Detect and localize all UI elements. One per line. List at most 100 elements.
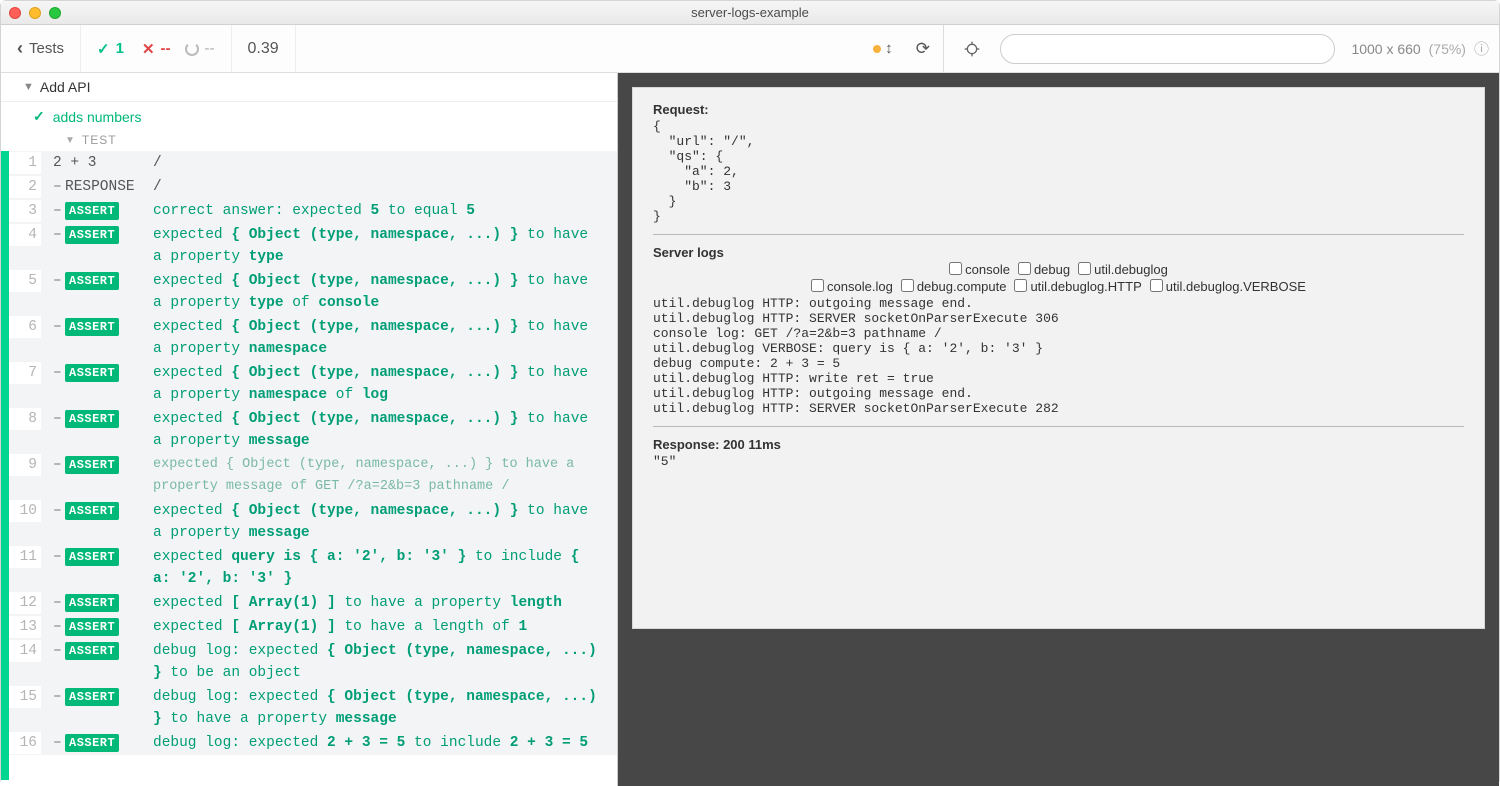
command-message: expected { Object (type, namespace, ...)…	[153, 408, 609, 452]
line-number: 14	[9, 640, 41, 662]
line-number: 4	[9, 224, 41, 246]
command-name: 2 + 3	[53, 152, 153, 174]
log-row[interactable]: 15–ASSERTdebug log: expected { Object (t…	[9, 685, 617, 731]
caret-down-icon: ▼	[23, 81, 34, 93]
log-row[interactable]: 14 –ASSERTdebug log: expected { Object (t…	[9, 639, 617, 685]
url-input[interactable]	[1000, 34, 1336, 64]
main: ▼ Add API adds numbers ▼ TEST 12 + 3/2–R…	[1, 73, 1499, 786]
command-name: –RESPONSE	[53, 176, 153, 198]
log-row[interactable]: 5–ASSERTexpected { Object (type, namespa…	[9, 269, 617, 315]
log-row[interactable]: 2–RESPONSE/	[9, 175, 617, 199]
server-log-line: console log: GET /?a=2&b=3 pathname /	[653, 326, 1464, 341]
assert-badge: ASSERT	[65, 364, 119, 382]
test-counts: 1 -- --	[81, 25, 232, 72]
log-filter-console[interactable]: console	[949, 262, 1010, 277]
test-section-label: TEST	[82, 133, 117, 147]
log-filters-row-2: console.log debug.compute util.debuglog.HT…	[653, 279, 1464, 294]
log-row[interactable]: 4–ASSERTexpected { Object (type, namespa…	[9, 223, 617, 269]
server-log-line: debug compute: 2 + 3 = 5	[653, 356, 1464, 371]
divider	[653, 234, 1464, 235]
assert-badge: ASSERT	[65, 318, 119, 336]
suite-header[interactable]: ▼ Add API	[1, 73, 617, 102]
crosshair-icon	[964, 41, 980, 57]
log-row[interactable]: 10–ASSERTexpected { Object (type, namesp…	[9, 499, 617, 545]
line-number: 3	[9, 200, 41, 222]
viewport-size[interactable]: 1000 x 660 (75%)	[1351, 41, 1466, 57]
server-logs-label: Server logs	[653, 245, 1464, 260]
caret-down-icon: ▼	[65, 135, 76, 146]
checkbox[interactable]	[811, 279, 824, 292]
line-number: 8	[9, 408, 41, 430]
assert-badge: ASSERT	[65, 272, 119, 290]
selector-playground-button[interactable]	[954, 41, 990, 57]
viewport-toggle[interactable]: ↕	[863, 25, 903, 72]
command-name: –ASSERT	[53, 500, 153, 522]
test-header[interactable]: adds numbers	[1, 102, 617, 131]
command-name: –ASSERT	[53, 640, 153, 662]
log-row[interactable]: 3–ASSERTcorrect answer: expected 5 to eq…	[9, 199, 617, 223]
assert-badge: ASSERT	[65, 688, 119, 706]
command-name: –ASSERT	[53, 316, 153, 338]
command-message: debug log: expected { Object (type, name…	[153, 640, 609, 684]
checkbox[interactable]	[1014, 279, 1027, 292]
checkbox[interactable]	[901, 279, 914, 292]
toolbar: ‹ Tests 1 -- -- 0.39 ↕ ⟳ 1000 x 660 (75%…	[1, 25, 1499, 73]
command-name: –ASSERT	[53, 686, 153, 708]
checkbox[interactable]	[1150, 279, 1163, 292]
check-icon	[97, 40, 110, 58]
back-button[interactable]: ‹ Tests	[1, 25, 81, 72]
line-number: 1	[9, 152, 41, 174]
log-row[interactable]: 12–ASSERTexpected [ Array(1) ] to have a…	[9, 591, 617, 615]
checkbox[interactable]	[1018, 262, 1031, 275]
command-name: –ASSERT	[53, 408, 153, 430]
app-preview-panel: Request: { "url": "/", "qs": { "a": 2, "…	[618, 73, 1499, 786]
assert-badge: ASSERT	[65, 594, 119, 612]
line-number: 9	[9, 454, 41, 476]
log-filter-util-debuglog-HTTP[interactable]: util.debuglog.HTTP	[1014, 279, 1141, 294]
log-row[interactable]: 16–ASSERTdebug log: expected 2 + 3 = 5 t…	[9, 731, 617, 755]
command-message: debug log: expected { Object (type, name…	[153, 686, 609, 730]
command-name: –ASSERT	[53, 362, 153, 384]
server-log-line: util.debuglog HTTP: write ret = true	[653, 371, 1464, 386]
duration: 0.39	[232, 25, 296, 72]
server-log-line: util.debuglog HTTP: outgoing message end…	[653, 296, 1464, 311]
log-filter-debug[interactable]: debug	[1018, 262, 1070, 277]
log-filter-console-log[interactable]: console.log	[811, 279, 893, 294]
command-message: expected { Object (type, namespace, ...)…	[153, 270, 609, 314]
log-row[interactable]: 11–ASSERTexpected query is { a: '2', b: …	[9, 545, 617, 591]
line-number: 16	[9, 732, 41, 754]
command-message: expected { Object (type, namespace, ...)…	[153, 454, 609, 498]
server-log-line: util.debuglog VERBOSE: query is { a: '2'…	[653, 341, 1464, 356]
test-section-header[interactable]: ▼ TEST	[1, 131, 617, 151]
log-row[interactable]: 12 + 3/	[9, 151, 617, 175]
line-number: 5	[9, 270, 41, 292]
log-row[interactable]: 9–ASSERTexpected { Object (type, namespa…	[9, 453, 617, 499]
fail-count: --	[142, 40, 171, 58]
arrows-vertical-icon: ↕	[885, 40, 893, 57]
reload-button[interactable]: ⟳	[903, 25, 943, 72]
log-row[interactable]: 13–ASSERTexpected [ Array(1) ] to have a…	[9, 615, 617, 639]
server-log-output: util.debuglog HTTP: outgoing message end…	[653, 296, 1464, 416]
log-filter-util-debuglog[interactable]: util.debuglog	[1078, 262, 1168, 277]
request-body: { "url": "/", "qs": { "a": 2, "b": 3 } }	[653, 119, 1464, 224]
checkbox[interactable]	[949, 262, 962, 275]
checkbox[interactable]	[1078, 262, 1091, 275]
command-log-panel: ▼ Add API adds numbers ▼ TEST 12 + 3/2–R…	[1, 73, 618, 786]
log-row[interactable]: 6–ASSERTexpected { Object (type, namespa…	[9, 315, 617, 361]
log-filter-util-debuglog-VERBOSE[interactable]: util.debuglog.VERBOSE	[1150, 279, 1306, 294]
suite-name: Add API	[40, 79, 91, 95]
info-icon[interactable]: ⓘ	[1474, 38, 1489, 59]
command-message: expected [ Array(1) ] to have a property…	[153, 592, 609, 614]
assert-badge: ASSERT	[65, 202, 119, 220]
line-number: 7	[9, 362, 41, 384]
log-row[interactable]: 7–ASSERTexpected { Object (type, namespa…	[9, 361, 617, 407]
assert-badge: ASSERT	[65, 618, 119, 636]
command-log: 12 + 3/2–RESPONSE/3–ASSERTcorrect answer…	[1, 151, 617, 786]
command-message: expected { Object (type, namespace, ...)…	[153, 316, 609, 360]
window-title: server-logs-example	[1, 5, 1499, 20]
assert-badge: ASSERT	[65, 548, 119, 566]
log-row[interactable]: 8 –ASSERTexpected { Object (type, namespa…	[9, 407, 617, 453]
command-name: –ASSERT	[53, 732, 153, 754]
app-preview[interactable]: Request: { "url": "/", "qs": { "a": 2, "…	[632, 87, 1485, 629]
log-filter-debug-compute[interactable]: debug.compute	[901, 279, 1007, 294]
